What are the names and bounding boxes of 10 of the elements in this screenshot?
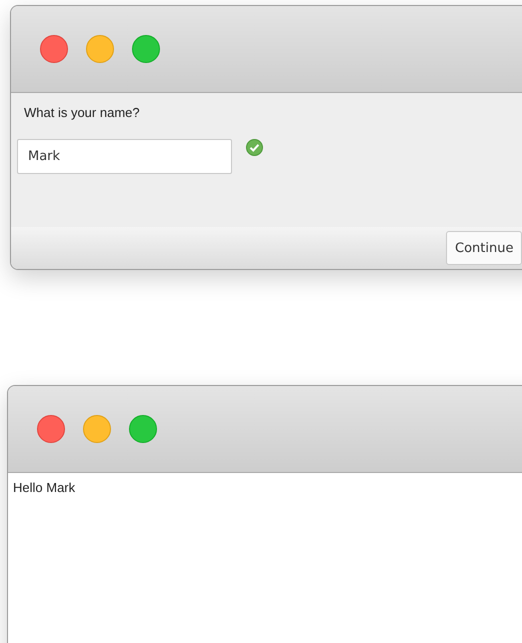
close-button[interactable] [40, 35, 68, 63]
zoom-button[interactable] [129, 415, 157, 443]
greeting-text: Hello Mark [12, 479, 76, 495]
name-input[interactable]: Mark [17, 139, 232, 174]
close-button[interactable] [37, 415, 65, 443]
minimize-button[interactable] [83, 415, 111, 443]
minimize-button[interactable] [86, 35, 114, 63]
zoom-button[interactable] [132, 35, 160, 63]
prompt-label: What is your name? [23, 104, 141, 120]
continue-button[interactable]: Continue [446, 231, 522, 265]
